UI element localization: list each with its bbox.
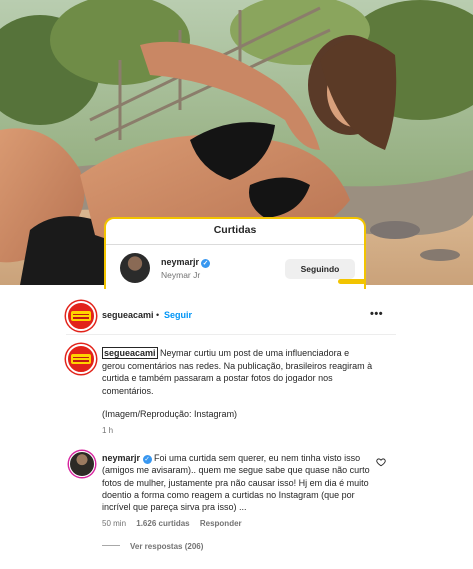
highlight-accent	[338, 279, 366, 284]
post-caption: segueacami Neymar curtiu um post de uma …	[102, 347, 374, 397]
header-divider	[66, 334, 396, 335]
view-replies-label[interactable]: Ver respostas (206)	[130, 542, 203, 551]
liker-username[interactable]: neymarjr	[161, 257, 199, 267]
follow-button[interactable]: Seguir	[164, 310, 192, 320]
more-options-icon[interactable]: •••	[370, 308, 383, 320]
comment-body: neymarjr ✓ Foi uma curtida sem querer, e…	[102, 452, 374, 513]
reply-button[interactable]: Responder	[200, 519, 242, 528]
liker-full-name: Neymar Jr	[161, 270, 201, 280]
caption-username[interactable]: segueacami	[102, 347, 158, 359]
likes-panel-divider	[106, 244, 364, 245]
commenter-avatar[interactable]	[69, 451, 95, 477]
view-replies-button[interactable]: Ver respostas (206)	[102, 542, 203, 551]
verified-badge-icon: ✓	[201, 259, 211, 268]
likes-panel-title: Curtidas	[213, 224, 257, 236]
avatar[interactable]	[66, 301, 96, 331]
brand-logo	[71, 354, 91, 364]
liker-avatar[interactable]	[120, 253, 150, 283]
comment-text: Foi uma curtida sem querer, eu nem tinha…	[102, 453, 370, 513]
caption-avatar[interactable]	[66, 344, 96, 374]
comment-likes-count[interactable]: 1.626 curtidas	[136, 519, 189, 528]
heart-icon[interactable]	[376, 457, 386, 467]
replies-line	[102, 545, 120, 546]
caption-credit: (Imagem/Reprodução: Instagram)	[102, 409, 238, 419]
comment-meta: 50 min 1.626 curtidas Responder	[102, 519, 250, 528]
likes-panel: Curtidas neymarjr ✓ Neymar Jr Seguindo	[104, 217, 366, 289]
liker-username-row[interactable]: neymarjr ✓	[161, 257, 211, 268]
post-author-username[interactable]: segueacami	[102, 310, 154, 320]
caption-timestamp: 1 h	[102, 426, 114, 435]
comment-timestamp: 50 min	[102, 519, 127, 528]
following-button[interactable]: Seguindo	[285, 259, 355, 279]
brand-logo	[71, 311, 91, 321]
post-header: segueacami • Seguir •••	[0, 298, 473, 338]
commenter-username[interactable]: neymarjr	[102, 453, 140, 463]
header-separator: •	[156, 310, 160, 320]
verified-badge-icon: ✓	[142, 455, 152, 464]
